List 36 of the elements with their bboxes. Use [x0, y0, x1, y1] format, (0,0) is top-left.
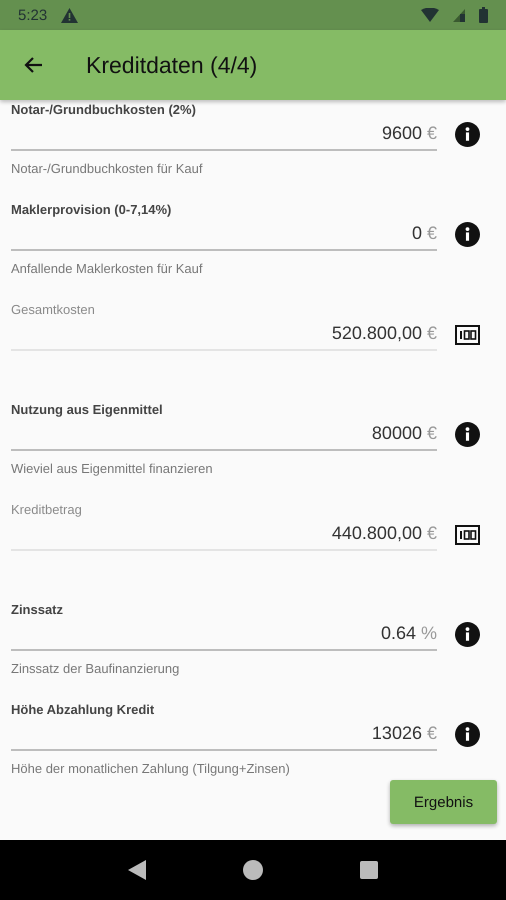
- helper-text: Höhe der monatlichen Zahlung (Tilgung+Zinsen): [11, 761, 290, 776]
- home-nav-icon[interactable]: [242, 860, 263, 880]
- counter-icon: [455, 524, 480, 544]
- field-label: Höhe Abzahlung Kredit: [11, 702, 154, 718]
- helper-text: Anfallende Maklerkosten für Kauf: [11, 261, 202, 276]
- info-icon[interactable]: [455, 722, 480, 747]
- result-button[interactable]: Ergebnis: [390, 780, 497, 824]
- field-label: Kreditbetrag: [11, 502, 82, 518]
- field-label: Nutzung aus Eigenmittel: [11, 402, 163, 418]
- screen-title: Kreditdaten (4/4): [86, 52, 258, 78]
- info-icon[interactable]: [455, 622, 480, 647]
- amount-field: 520.800,00 €: [11, 318, 437, 351]
- amount-field: 440.800,00 €: [11, 518, 437, 551]
- back-nav-icon[interactable]: [128, 860, 146, 880]
- info-icon[interactable]: [455, 222, 480, 247]
- signal-icon: [453, 8, 465, 22]
- overview-nav-icon[interactable]: [360, 861, 378, 879]
- warning-icon: [61, 8, 78, 22]
- field-label: Zinssatz: [11, 602, 64, 618]
- status-time: 5:23: [18, 6, 48, 24]
- amount-field[interactable]: 80000 €: [11, 418, 437, 451]
- field-label: Maklerprovision (0-7,14%): [11, 202, 172, 218]
- wifi-icon: [421, 8, 439, 22]
- amount-field[interactable]: 13026 €: [11, 718, 437, 751]
- field-label: Gesamtkosten: [11, 302, 95, 318]
- info-icon[interactable]: [455, 122, 480, 147]
- amount-field[interactable]: 0.64 %: [11, 618, 437, 651]
- helper-text: Notar-/Grundbuchkosten für Kauf: [11, 161, 202, 176]
- info-icon[interactable]: [455, 422, 480, 447]
- helper-text: Zinssatz der Baufinanzierung: [11, 661, 180, 676]
- helper-text: Wieviel aus Eigenmittel finanzieren: [11, 461, 213, 476]
- battery-icon: [479, 7, 488, 23]
- amount-field[interactable]: 9600 €: [11, 118, 437, 151]
- amount-field[interactable]: 0 €: [11, 218, 437, 251]
- field-label: Notar-/Grundbuchkosten (2%): [11, 102, 196, 118]
- counter-icon: [455, 324, 480, 344]
